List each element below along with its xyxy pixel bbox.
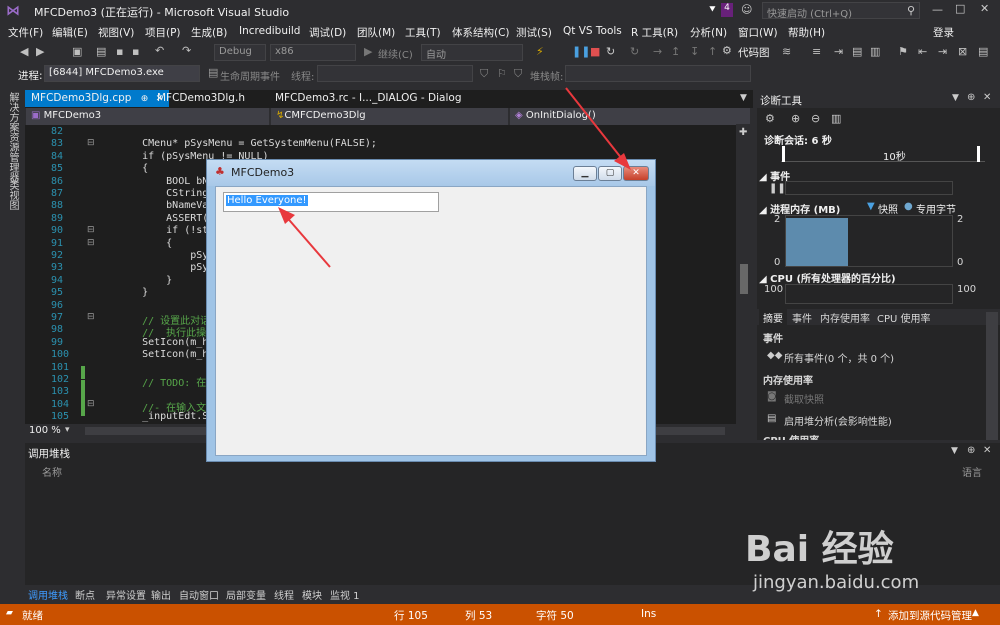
watermark-url: jingyan.baidu.com xyxy=(753,572,920,593)
arrow-to-text-input xyxy=(278,207,331,268)
watermark-brand: Bai 经验 xyxy=(745,529,894,570)
baidu-watermark: Bai 经验 jingyan.baidu.com xyxy=(745,520,985,600)
arrow-to-close-button xyxy=(565,87,631,170)
